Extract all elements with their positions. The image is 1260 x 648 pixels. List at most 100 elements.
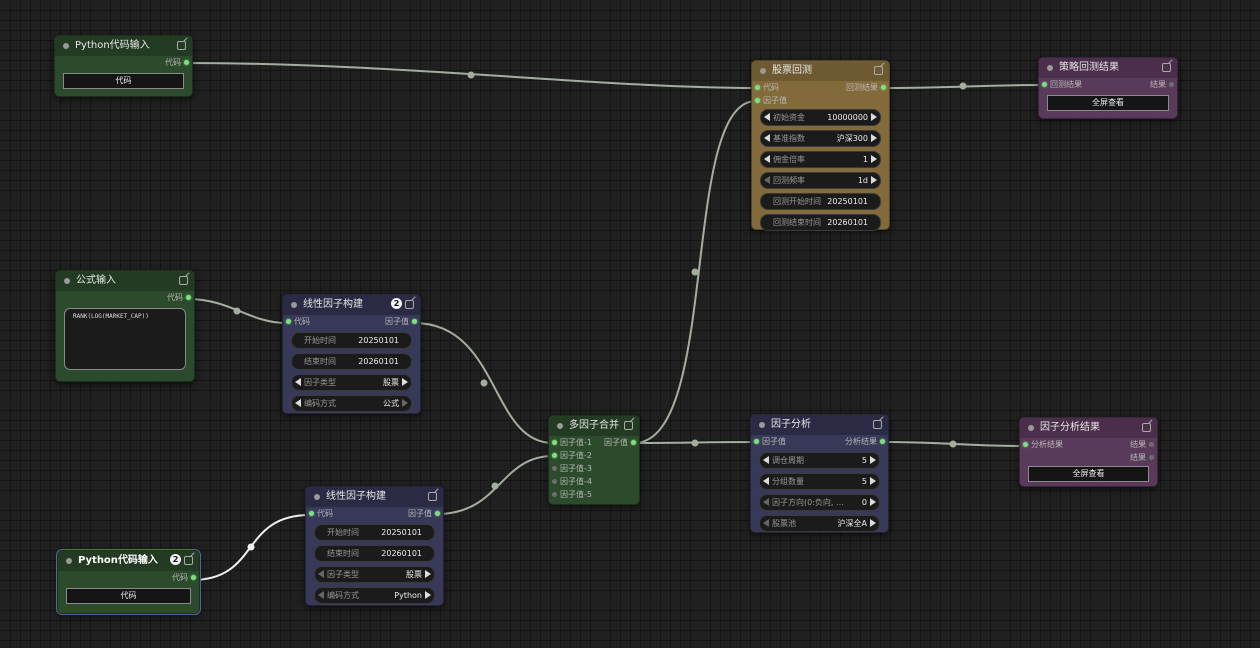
- commission-field[interactable]: 佣金倍率 1: [760, 151, 881, 168]
- arrow-left-icon[interactable]: [764, 134, 770, 142]
- output-slot[interactable]: [184, 60, 189, 65]
- input-slot[interactable]: [552, 479, 557, 484]
- input-slot[interactable]: [286, 319, 291, 324]
- collapse-dot-icon[interactable]: [760, 68, 766, 74]
- arrow-left-icon[interactable]: [763, 519, 769, 527]
- edit-icon[interactable]: [1162, 63, 1171, 72]
- output-slot[interactable]: [1149, 442, 1154, 447]
- factor-type-combo[interactable]: 因子类型 股票: [314, 566, 435, 583]
- encoding-combo[interactable]: 编码方式 Python: [314, 587, 435, 604]
- strategy-result-node[interactable]: 策略回测结果 回测结果 结果 全屏查看: [1038, 57, 1178, 119]
- arrow-left-icon[interactable]: [318, 570, 324, 578]
- input-slot[interactable]: [1023, 442, 1028, 447]
- output-slot[interactable]: [1169, 82, 1174, 87]
- output-slot[interactable]: [1149, 455, 1154, 460]
- group-count-field[interactable]: 分组数量 5: [759, 473, 880, 490]
- collapse-dot-icon[interactable]: [64, 278, 70, 284]
- arrow-right-icon[interactable]: [871, 176, 877, 184]
- arrow-left-icon[interactable]: [295, 399, 301, 407]
- input-slot[interactable]: [754, 439, 759, 444]
- edit-icon[interactable]: [1142, 423, 1151, 432]
- fullscreen-button[interactable]: 全屏查看: [1047, 95, 1169, 111]
- factor-type-combo[interactable]: 因子类型 股票: [291, 374, 412, 391]
- edit-icon[interactable]: [405, 300, 414, 309]
- arrow-right-icon[interactable]: [402, 399, 408, 407]
- node-title-bar[interactable]: 策略回测结果: [1039, 58, 1177, 78]
- input-slot[interactable]: [309, 511, 314, 516]
- edit-icon[interactable]: [179, 276, 188, 285]
- end-time-field[interactable]: 结束时间 20260101: [314, 545, 435, 562]
- start-time-field[interactable]: 开始时间 20250101: [314, 524, 435, 541]
- arrow-right-icon[interactable]: [870, 498, 876, 506]
- output-slot[interactable]: [631, 440, 636, 445]
- collapse-dot-icon[interactable]: [557, 423, 563, 429]
- node-title-bar[interactable]: 线性因子构建 2: [283, 295, 420, 315]
- output-slot[interactable]: [881, 85, 886, 90]
- output-slot[interactable]: [412, 319, 417, 324]
- output-slot[interactable]: [880, 439, 885, 444]
- python-input-node-1[interactable]: Python代码输入 代码 代码: [54, 35, 193, 97]
- node-title-bar[interactable]: 因子分析结果: [1020, 418, 1157, 438]
- end-time-field[interactable]: 结束时间 20260101: [291, 353, 412, 370]
- node-title-bar[interactable]: 线性因子构建: [306, 487, 443, 507]
- linear-factor-node-1[interactable]: 线性因子构建 2 代码 因子值 开始时间 20250101 结束时间 20260…: [282, 294, 421, 414]
- collapse-dot-icon[interactable]: [759, 422, 765, 428]
- collapse-dot-icon[interactable]: [63, 43, 69, 49]
- formula-input-node[interactable]: 公式输入 代码 RANK(LOG(MARKET_CAP)): [55, 270, 195, 382]
- collapse-dot-icon[interactable]: [1047, 65, 1053, 71]
- input-slot[interactable]: [552, 466, 557, 471]
- factor-analysis-node[interactable]: 因子分析 因子值 分析结果 调仓周期 5 分组数量 5 因子方向(0:负向, ……: [750, 414, 889, 533]
- backtest-start-field[interactable]: 回测开始时间 20250101: [760, 193, 881, 210]
- node-title-bar[interactable]: Python代码输入: [55, 36, 192, 56]
- factor-direction-field[interactable]: 因子方向(0:负向, … 0: [759, 494, 880, 511]
- arrow-left-icon[interactable]: [763, 456, 769, 464]
- code-button[interactable]: 代码: [63, 73, 184, 89]
- output-slot[interactable]: [435, 511, 440, 516]
- output-slot[interactable]: [186, 295, 191, 300]
- arrow-left-icon[interactable]: [763, 477, 769, 485]
- stock-backtest-node[interactable]: 股票回测 代码 回测结果 因子值 初始资金 10000000 基准指数 沪深30…: [751, 60, 890, 231]
- initial-capital-field[interactable]: 初始资金 10000000: [760, 109, 881, 126]
- collapse-dot-icon[interactable]: [66, 558, 72, 564]
- collapse-dot-icon[interactable]: [291, 302, 297, 308]
- arrow-right-icon[interactable]: [871, 134, 877, 142]
- arrow-left-icon[interactable]: [318, 591, 324, 599]
- input-slot[interactable]: [552, 453, 557, 458]
- python-input-node-2[interactable]: Python代码输入 2 代码 代码: [56, 549, 201, 615]
- arrow-left-icon[interactable]: [764, 155, 770, 163]
- arrow-left-icon[interactable]: [764, 176, 770, 184]
- edit-icon[interactable]: [428, 492, 437, 501]
- start-time-field[interactable]: 开始时间 20250101: [291, 332, 412, 349]
- arrow-right-icon[interactable]: [402, 378, 408, 386]
- rebalance-period-field[interactable]: 调仓周期 5: [759, 452, 880, 469]
- arrow-left-icon[interactable]: [295, 378, 301, 386]
- output-slot[interactable]: [191, 575, 196, 580]
- node-title-bar[interactable]: Python代码输入 2: [58, 551, 199, 571]
- collapse-dot-icon[interactable]: [314, 494, 320, 500]
- fullscreen-button[interactable]: 全屏查看: [1028, 466, 1149, 482]
- node-title-bar[interactable]: 公式输入: [56, 271, 194, 291]
- input-slot[interactable]: [1042, 82, 1047, 87]
- encoding-combo[interactable]: 编码方式 公式: [291, 395, 412, 412]
- node-title-bar[interactable]: 因子分析: [751, 415, 888, 435]
- frequency-combo[interactable]: 回测频率 1d: [760, 172, 881, 189]
- edit-icon[interactable]: [184, 556, 193, 565]
- arrow-right-icon[interactable]: [425, 570, 431, 578]
- arrow-left-icon[interactable]: [764, 113, 770, 121]
- arrow-right-icon[interactable]: [870, 456, 876, 464]
- factor-analysis-result-node[interactable]: 因子分析结果 分析结果 结果 结果 全屏查看: [1019, 417, 1158, 487]
- collapse-dot-icon[interactable]: [1028, 425, 1034, 431]
- arrow-right-icon[interactable]: [425, 591, 431, 599]
- code-button[interactable]: 代码: [66, 588, 191, 604]
- input-slot[interactable]: [552, 492, 557, 497]
- stock-pool-combo[interactable]: 股票池 沪深全A: [759, 515, 880, 532]
- node-title-bar[interactable]: 多因子合并: [549, 416, 639, 436]
- benchmark-combo[interactable]: 基准指数 沪深300: [760, 130, 881, 147]
- input-slot[interactable]: [755, 85, 760, 90]
- multi-factor-merge-node[interactable]: 多因子合并 因子值-1 因子值 因子值-2 因子值-3 因子值-4 因子值-5: [548, 415, 640, 505]
- edit-icon[interactable]: [874, 66, 883, 75]
- arrow-right-icon[interactable]: [871, 155, 877, 163]
- edit-icon[interactable]: [177, 41, 186, 50]
- formula-textarea[interactable]: RANK(LOG(MARKET_CAP)): [64, 308, 186, 370]
- arrow-right-icon[interactable]: [870, 519, 876, 527]
